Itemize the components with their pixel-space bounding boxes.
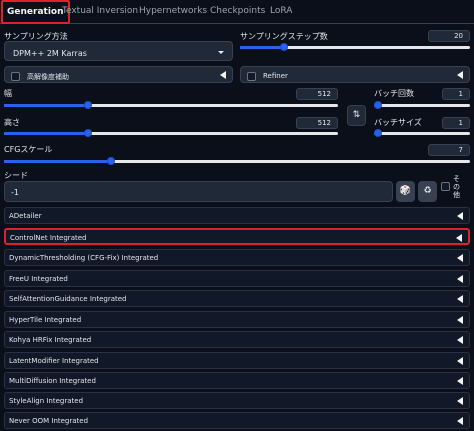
batch-size-label: バッチサイズ bbox=[374, 118, 422, 127]
accordion-stylealign-integrated[interactable]: StyleAlign Integrated bbox=[4, 392, 470, 409]
hires-fix-checkbox[interactable] bbox=[11, 72, 20, 81]
accordion-label: FreeU Integrated bbox=[9, 275, 68, 283]
accordion-dynamicthresholding-cfg-fix-integrated[interactable]: DynamicThresholding (CFG-Fix) Integrated bbox=[4, 249, 470, 266]
accordion-latentmodifier-integrated[interactable]: LatentModifier Integrated bbox=[4, 352, 470, 369]
seed-label: シード bbox=[4, 171, 28, 180]
collapse-arrow-icon[interactable] bbox=[457, 295, 463, 303]
swap-dimensions-button[interactable]: ⇅ bbox=[347, 105, 366, 126]
collapse-arrow-icon[interactable] bbox=[457, 254, 463, 262]
accordion-label: SelfAttentionGuidance Integrated bbox=[9, 295, 127, 303]
accordion-label: MultiDiffusion Integrated bbox=[9, 377, 96, 385]
random-seed-button[interactable]: 🎲 bbox=[396, 181, 415, 202]
batch-size-input[interactable]: 1 bbox=[442, 117, 470, 129]
collapse-arrow-icon[interactable] bbox=[457, 71, 463, 79]
width-label: 幅 bbox=[4, 89, 12, 98]
collapse-arrow-icon[interactable] bbox=[456, 234, 462, 242]
accordion-label: StyleAlign Integrated bbox=[9, 397, 84, 405]
accordion-kohya-hrfix-integrated[interactable]: Kohya HRFix Integrated bbox=[4, 331, 470, 348]
tab-lora[interactable]: LoRA bbox=[270, 4, 292, 22]
seed-input[interactable]: -1 bbox=[4, 181, 393, 202]
accordion-freeu-integrated[interactable]: FreeU Integrated bbox=[4, 270, 470, 287]
accordion-multidiffusion-integrated[interactable]: MultiDiffusion Integrated bbox=[4, 372, 470, 389]
accordion-adetailer[interactable]: ADetailer bbox=[4, 207, 470, 224]
steps-slider-handle[interactable] bbox=[280, 43, 288, 51]
hires-fix-label: 高解像度補助 bbox=[27, 73, 69, 81]
tab-bar: Generation Textual Inversion Hypernetwor… bbox=[0, 0, 474, 24]
tab-textual-inversion[interactable]: Textual Inversion bbox=[62, 4, 138, 22]
sampler-value: DPM++ 2M Karras bbox=[13, 49, 87, 58]
accordion-selfattentionguidance-integrated[interactable]: SelfAttentionGuidance Integrated bbox=[4, 290, 470, 307]
height-slider-fill bbox=[4, 132, 88, 135]
cfg-label: CFGスケール bbox=[4, 145, 53, 154]
steps-label: サンプリングステップ数 bbox=[240, 32, 328, 41]
extra-seed-label: その他 bbox=[453, 175, 460, 199]
collapse-arrow-icon[interactable] bbox=[457, 336, 463, 344]
height-label: 高さ bbox=[4, 118, 20, 127]
cfg-slider-fill bbox=[4, 160, 111, 163]
height-input[interactable]: 512 bbox=[296, 117, 338, 129]
accordion-label: ControlNet Integrated bbox=[10, 234, 87, 242]
hires-fix-accordion[interactable]: 高解像度補助 bbox=[4, 66, 233, 83]
accordion-controlnet-integrated[interactable]: ControlNet Integrated bbox=[4, 228, 470, 245]
tab-generation[interactable]: Generation bbox=[1, 0, 70, 24]
collapse-arrow-icon[interactable] bbox=[457, 377, 463, 385]
batch-size-slider-handle[interactable] bbox=[374, 129, 382, 137]
accordion-label: Never OOM Integrated bbox=[9, 417, 89, 425]
cfg-slider-handle[interactable] bbox=[107, 157, 115, 165]
collapse-arrow-icon[interactable] bbox=[457, 397, 463, 405]
swap-icon: ⇅ bbox=[352, 110, 361, 120]
accordion-label: LatentModifier Integrated bbox=[9, 357, 99, 365]
collapse-arrow-icon[interactable] bbox=[457, 316, 463, 324]
refiner-accordion[interactable]: Refiner bbox=[240, 66, 470, 83]
accordion-label: HyperTile Integrated bbox=[9, 316, 82, 324]
width-slider-handle[interactable] bbox=[84, 101, 92, 109]
collapse-arrow-icon[interactable] bbox=[457, 357, 463, 365]
collapse-arrow-icon[interactable] bbox=[457, 212, 463, 220]
recycle-icon: ♻ bbox=[423, 186, 432, 196]
collapse-arrow-icon[interactable] bbox=[457, 417, 463, 425]
width-slider-fill bbox=[4, 104, 88, 107]
sampler-dropdown[interactable]: DPM++ 2M Karras bbox=[4, 41, 233, 61]
cfg-slider[interactable] bbox=[4, 157, 470, 165]
chevron-down-icon bbox=[218, 51, 224, 54]
batch-count-slider[interactable] bbox=[374, 101, 470, 109]
accordion-never-oom-integrated[interactable]: Never OOM Integrated bbox=[4, 412, 470, 429]
dice-icon: 🎲 bbox=[399, 186, 412, 196]
batch-count-slider-handle[interactable] bbox=[374, 101, 382, 109]
accordion-label: Kohya HRFix Integrated bbox=[9, 336, 92, 344]
width-slider[interactable] bbox=[4, 101, 338, 109]
steps-input[interactable]: 20 bbox=[428, 30, 470, 42]
height-slider-handle[interactable] bbox=[84, 129, 92, 137]
collapse-arrow-icon[interactable] bbox=[457, 275, 463, 283]
width-input[interactable]: 512 bbox=[296, 88, 338, 100]
seed-value: -1 bbox=[11, 188, 19, 197]
steps-slider[interactable] bbox=[240, 43, 470, 51]
batch-count-input[interactable]: 1 bbox=[442, 88, 470, 100]
refiner-checkbox[interactable] bbox=[247, 72, 256, 81]
accordion-label: DynamicThresholding (CFG-Fix) Integrated bbox=[9, 254, 159, 262]
accordion-hypertile-integrated[interactable]: HyperTile Integrated bbox=[4, 311, 470, 328]
collapse-arrow-icon[interactable] bbox=[220, 71, 226, 79]
tab-hypernetworks[interactable]: Hypernetworks bbox=[139, 4, 207, 22]
reuse-seed-button[interactable]: ♻ bbox=[418, 181, 437, 202]
height-slider[interactable] bbox=[4, 129, 338, 137]
refiner-label: Refiner bbox=[263, 72, 288, 80]
accordion-label: ADetailer bbox=[9, 212, 42, 220]
batch-count-label: バッチ回数 bbox=[374, 89, 414, 98]
tab-checkpoints[interactable]: Checkpoints bbox=[210, 4, 265, 22]
cfg-input[interactable]: 7 bbox=[428, 144, 470, 156]
batch-size-slider[interactable] bbox=[374, 129, 470, 137]
extra-seed-checkbox[interactable] bbox=[441, 182, 450, 191]
steps-slider-fill bbox=[240, 46, 284, 49]
